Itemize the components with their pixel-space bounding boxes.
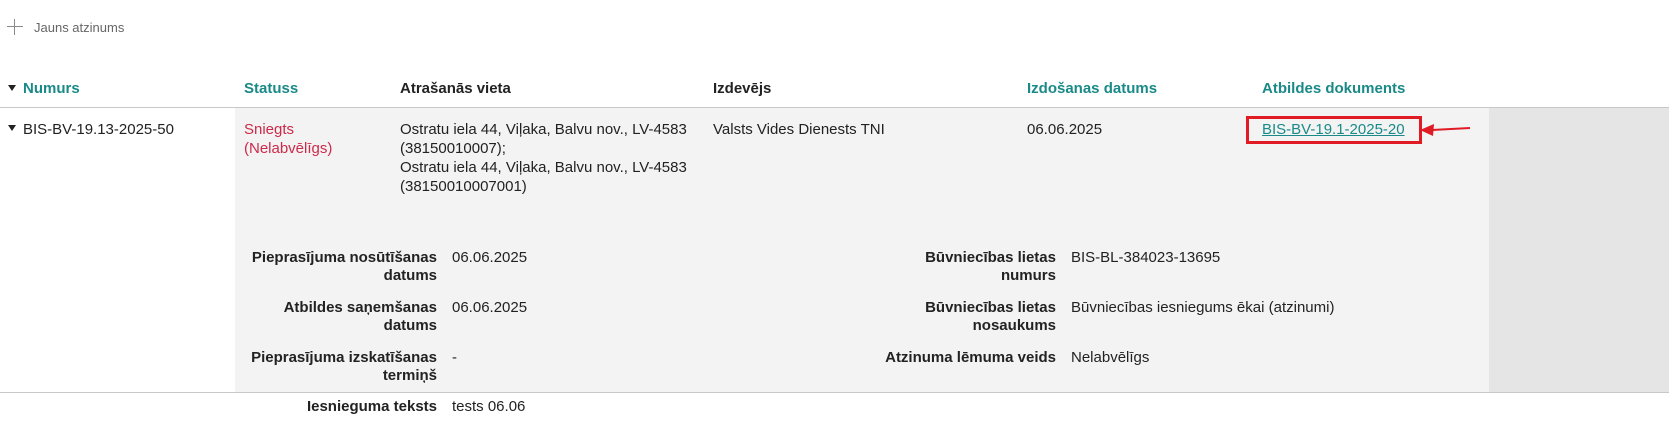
detail-label-case-name: Būvniecības lietas nosaukums (820, 299, 1056, 335)
new-opinion-label: Jauns atzinums (34, 19, 125, 35)
row-numurs: BIS-BV-19.13-2025-50 (23, 121, 174, 138)
detail-label-line: Pieprasījuma izskatīšanas (251, 349, 437, 366)
response-document-link[interactable]: BIS-BV-19.1-2025-20 (1262, 120, 1405, 139)
detail-label-submission-text: Iesnieguma teksts (306, 398, 437, 415)
plus-icon (6, 18, 24, 36)
detail-label-line: Atbildes saņemšanas (283, 299, 437, 316)
column-header-numurs[interactable]: Numurs (8, 80, 80, 97)
location-line: (38150010007); (400, 140, 506, 157)
table-row: BIS-BV-19.13-2025-50 Sniegts (Nelabvēlīg… (0, 108, 1669, 415)
column-header-statuss[interactable]: Statuss (244, 80, 298, 97)
new-opinion-button[interactable]: Jauns atzinums (6, 18, 124, 36)
detail-label-line: datums (383, 267, 437, 284)
row-end-background (1489, 108, 1669, 392)
detail-label-line: Būvniecības lietas (925, 249, 1056, 266)
location-line: (38150010007001) (400, 178, 527, 195)
detail-value-request-sent: 06.06.2025 (452, 249, 528, 266)
location-line: Ostratu iela 44, Viļaka, Balvu nov., LV-… (400, 121, 687, 138)
sort-desc-icon (8, 85, 16, 91)
column-header-numurs-label: Numurs (23, 80, 80, 97)
detail-value-submission-text: tests 06.06 (452, 398, 526, 415)
status-label: Sniegts (244, 121, 295, 138)
detail-label-response-received: Atbildes saņemšanas datums (240, 299, 437, 335)
status-cell: Sniegts (Nelabvēlīgs) (244, 120, 332, 158)
detail-value-decision-type: Nelabvēlīgs (1071, 349, 1150, 366)
column-header-dokuments[interactable]: Atbildes dokuments (1262, 80, 1405, 97)
detail-value-case-number: BIS-BL-384023-13695 (1071, 249, 1221, 266)
detail-value-response-received: 06.06.2025 (452, 299, 528, 316)
issuer-cell: Valsts Vides Dienests TNI (713, 121, 885, 138)
numurs-cell: BIS-BV-19.13-2025-50 (8, 120, 174, 139)
column-header-vieta: Atrašanās vieta (400, 80, 511, 97)
status-detail: (Nelabvēlīgs) (244, 140, 333, 157)
detail-value-case-name: Būvniecības iesniegums ēkai (atzinumi) (1071, 299, 1335, 316)
issue-date-cell: 06.06.2025 (1027, 121, 1103, 138)
detail-label-request-sent: Pieprasījuma nosūtīšanas datums (240, 249, 437, 285)
detail-label-case-number: Būvniecības lietas numurs (820, 249, 1056, 285)
row-collapse-icon[interactable] (8, 125, 16, 131)
location-cell: Ostratu iela 44, Viļaka, Balvu nov., LV-… (400, 120, 687, 196)
detail-value-review-deadline: - (452, 349, 457, 366)
detail-label-decision-type: Atzinuma lēmuma veids (885, 349, 1056, 366)
table-header-row: Numurs Statuss Atrašanās vieta Izdevējs … (0, 70, 1669, 108)
location-line: Ostratu iela 44, Viļaka, Balvu nov., LV-… (400, 159, 687, 176)
detail-label-line: datums (383, 317, 437, 334)
detail-label-line: Pieprasījuma nosūtīšanas (251, 249, 437, 266)
detail-label-line: Būvniecības lietas (925, 299, 1056, 316)
column-header-datums[interactable]: Izdošanas datums (1027, 80, 1157, 97)
annotation-arrow-icon (1420, 124, 1471, 136)
detail-label-line: nosaukums (972, 317, 1056, 334)
column-header-izdevejs: Izdevējs (713, 80, 772, 97)
detail-label-line: numurs (1000, 267, 1056, 284)
opinions-table: Numurs Statuss Atrašanās vieta Izdevējs … (0, 70, 1669, 415)
detail-label-review-deadline: Pieprasījuma izskatīšanas termiņš (240, 349, 437, 385)
detail-label-line: termiņš (382, 367, 437, 384)
